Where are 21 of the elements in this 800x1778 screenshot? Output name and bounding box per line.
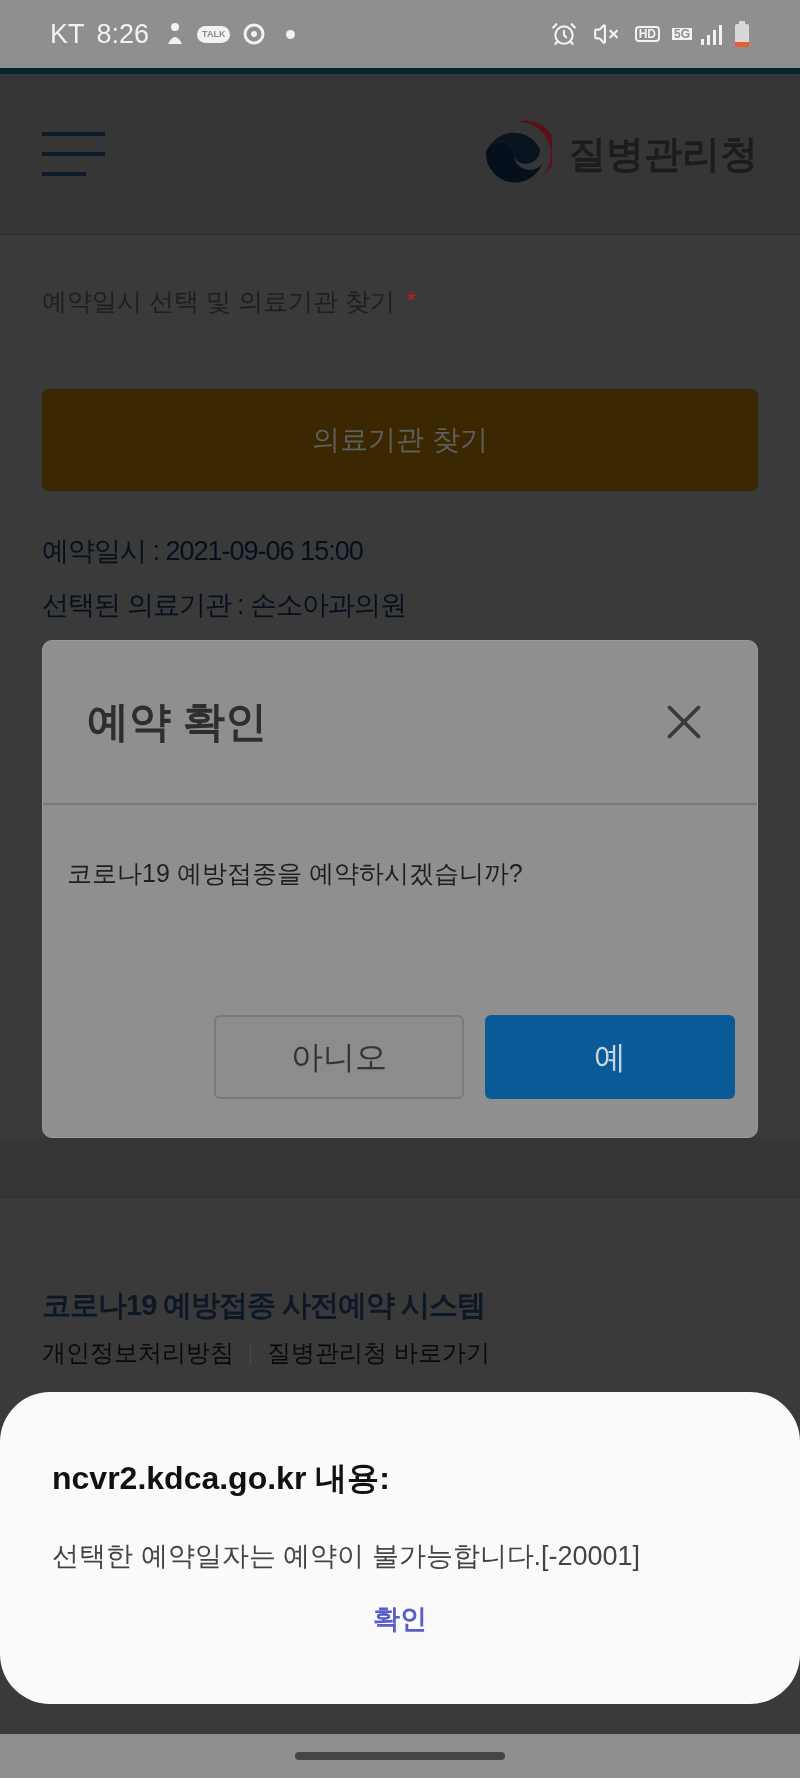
ok-button[interactable]: 확인 (365, 1598, 435, 1639)
alert-title: ncvr2.kdca.go.kr 내용: (52, 1459, 391, 1498)
alert-message: 선택한 예약일자는 예약이 불가능합니다.[-20001] (52, 1540, 642, 1573)
signal-icon (700, 23, 722, 45)
mute-icon (592, 21, 619, 47)
required-mark: * (406, 286, 417, 316)
menu-icon[interactable] (42, 132, 106, 176)
no-button[interactable]: 아니오 (214, 1014, 464, 1099)
clock-text: 8:26 (96, 17, 150, 51)
network-text: 5G (672, 28, 692, 40)
home-handle[interactable] (295, 1752, 505, 1760)
chat-bubble-icon: TALK (197, 25, 231, 43)
battery-icon (734, 21, 750, 47)
hd-icon: HD (634, 26, 660, 42)
sync-icon (242, 22, 267, 46)
dialog-title: 예약 확인 (87, 697, 267, 747)
alarm-icon (550, 21, 577, 47)
dialog-message: 코로나19 예방접종을 예약하시겠습니까? (66, 857, 524, 889)
find-clinic-button[interactable]: 의료기관 찾기 (42, 388, 758, 491)
carrier-text: KT (50, 17, 85, 51)
yes-button[interactable]: 예 (485, 1014, 735, 1099)
